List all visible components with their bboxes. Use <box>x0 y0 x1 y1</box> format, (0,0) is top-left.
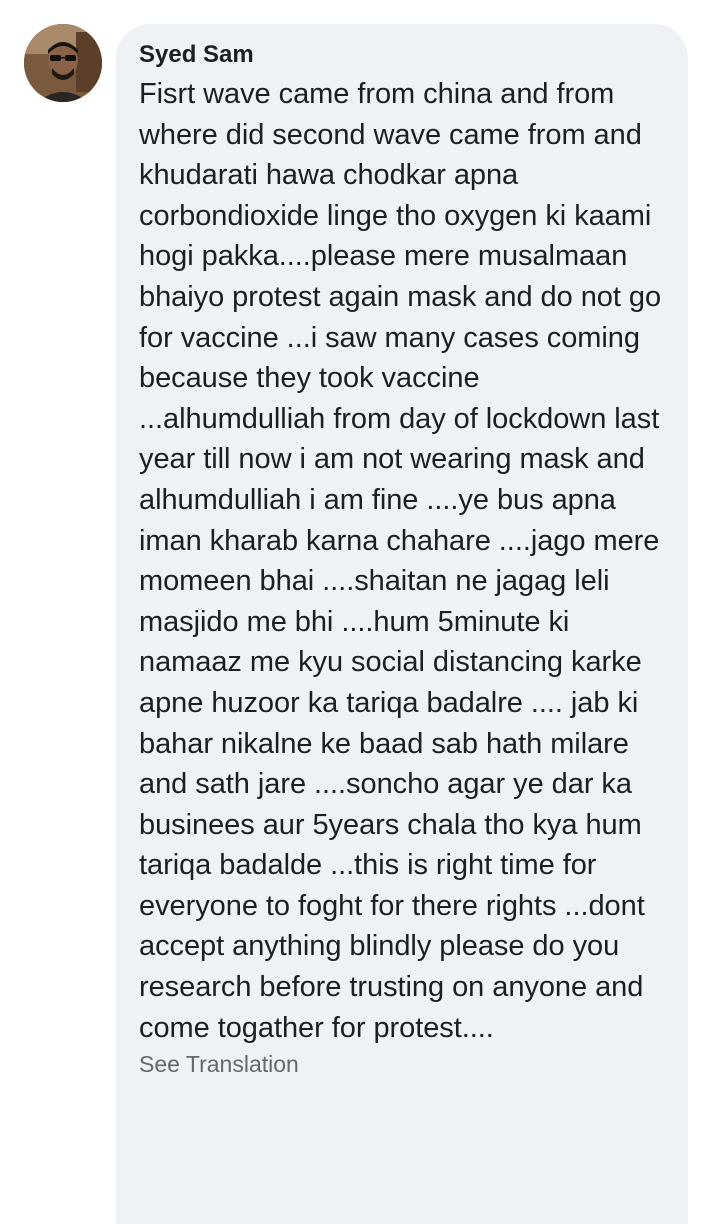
avatar[interactable] <box>24 24 102 102</box>
comment-bubble: Syed Sam Fisrt wave came from china and … <box>116 24 688 1224</box>
user-avatar-photo <box>24 24 102 102</box>
comment-author-name[interactable]: Syed Sam <box>139 40 672 70</box>
comment-body-text: Fisrt wave came from china and from wher… <box>139 78 662 1044</box>
see-translation-link[interactable]: See Translation <box>139 1050 299 1078</box>
